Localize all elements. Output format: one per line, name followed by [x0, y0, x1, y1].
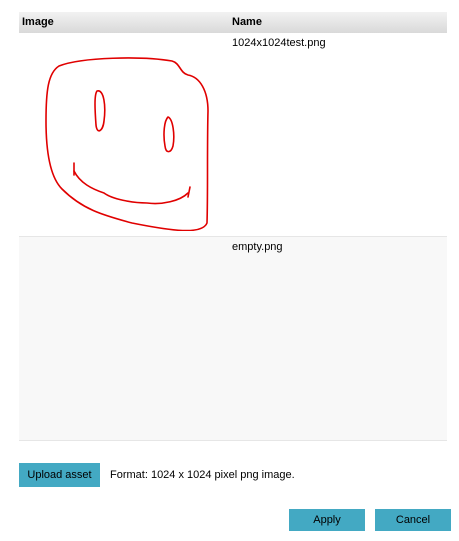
mouth-right-tail — [187, 186, 191, 198]
column-header-image[interactable]: Image — [22, 16, 54, 28]
right-eye — [163, 116, 175, 153]
face-outline — [45, 57, 209, 231]
asset-name[interactable]: 1024x1024test.png — [232, 37, 326, 49]
left-eye — [94, 90, 106, 132]
table-header: Image Name — [19, 12, 447, 33]
mouth — [73, 170, 189, 205]
table-row[interactable]: 1024x1024test.png — [19, 33, 447, 237]
cancel-button[interactable]: Cancel — [375, 509, 451, 531]
asset-thumbnail-image — [45, 57, 209, 231]
asset-name[interactable]: empty.png — [232, 241, 283, 253]
table-row[interactable]: empty.png — [19, 237, 447, 441]
asset-table: Image Name 1024x1024test.png empty.png — [19, 12, 447, 441]
upload-bar: Upload asset Format: 1024 x 1024 pixel p… — [19, 463, 447, 487]
column-header-name[interactable]: Name — [232, 16, 262, 28]
format-hint: Format: 1024 x 1024 pixel png image. — [110, 469, 295, 481]
apply-button[interactable]: Apply — [289, 509, 365, 531]
upload-asset-button[interactable]: Upload asset — [19, 463, 100, 487]
